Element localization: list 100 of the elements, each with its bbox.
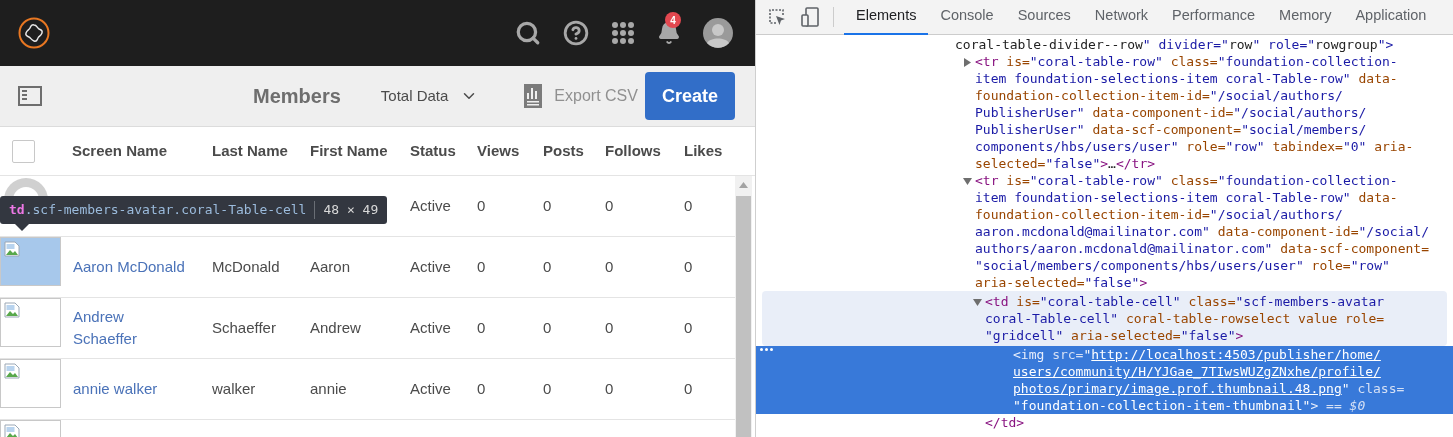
avatar-cell[interactable] — [0, 298, 61, 347]
filter-dropdown[interactable]: Total Data — [380, 84, 479, 108]
table-cell: 0 — [684, 257, 693, 275]
column-header[interactable]: First Name — [310, 141, 388, 159]
code-line: "foundation-collection-item-thumbnail"> == $0 — [1013, 397, 1366, 414]
column-header[interactable]: Posts — [543, 141, 584, 159]
table-cell: annie — [310, 379, 347, 397]
broken-image-icon — [4, 241, 20, 257]
devtools-tab[interactable]: Elements — [844, 0, 929, 35]
logo-icon[interactable] — [18, 17, 50, 49]
side-panel-icon[interactable] — [18, 86, 42, 106]
code-line: aria-selected="false"> — [975, 274, 1148, 291]
device-toolbar-icon[interactable] — [801, 7, 819, 27]
expanded-triangle-icon[interactable] — [963, 177, 972, 186]
code-line: aaron.mcdonald@mailinator.com" data-component-id="/social/ — [975, 223, 1429, 240]
member-link[interactable]: Aaron McDonald — [73, 255, 187, 279]
table-cell: 0 — [543, 318, 552, 336]
table-cell: 0 — [543, 379, 552, 397]
table-cell: 0 — [605, 257, 614, 275]
inspect-element-icon[interactable] — [768, 8, 786, 26]
column-header[interactable]: Screen Name — [72, 141, 168, 159]
table-cell: 0 — [477, 257, 486, 275]
code-line: <tr is="coral-table-row" class="foundation-collection- — [975, 53, 1398, 70]
table-cell: walker — [212, 379, 256, 397]
column-header[interactable]: Likes — [684, 141, 723, 159]
table-row[interactable]: Andrew Schaeffer Schaeffer Andrew Active 0 0 0 0 — [0, 298, 735, 359]
avatar-cell[interactable] — [0, 237, 61, 286]
help-icon[interactable] — [563, 20, 589, 46]
code-line: coral-table-divider--row" divider="row" role="rowgroup"> — [955, 36, 1394, 53]
table-cell: 0 — [477, 318, 486, 336]
notification-badge: 4 — [665, 12, 681, 28]
column-header[interactable]: Status — [410, 141, 456, 159]
code-line: PublisherUser" data-scf-component="social/members/ — [975, 121, 1367, 138]
table-cell: 0 — [684, 379, 693, 397]
apps-grid-icon[interactable] — [611, 21, 635, 45]
table-cell: 0 — [605, 196, 614, 214]
code-line: <td is="coral-table-cell" class="scf-members-avatar — [985, 293, 1385, 310]
table-cell: 0 — [477, 196, 486, 214]
code-line: item foundation-selections-item coral-Table-row" data- — [975, 70, 1398, 87]
table-cell: Schaeffer — [212, 318, 276, 336]
broken-image-icon — [4, 424, 20, 437]
broken-image-icon — [4, 363, 20, 379]
table-row[interactable]: Aaron McDonald McDonald Aaron Active 0 0 0 0 — [0, 237, 735, 298]
code-line: PublisherUser" data-component-id="/social/authors/ — [975, 104, 1367, 121]
member-link[interactable]: Andrew Schaeffer — [73, 305, 187, 351]
hovered-node[interactable]: <td is="coral-table-cell" class="scf-members-avatar coral-Table-cell" coral-table-rowselect value role= "gridcell" aria-selected="false"> — [762, 291, 1447, 346]
devtools-tab[interactable]: Performance — [1160, 0, 1268, 35]
code-line: <img src="http://localhost:4503/publisher/home/ — [1013, 346, 1381, 363]
table-cell: 0 — [605, 379, 614, 397]
table-cell: Aaron — [310, 257, 351, 275]
code-line: "gridcell" aria-selected="false"> — [985, 327, 1244, 344]
table-cell: Active — [410, 379, 451, 397]
table-cell: McDonald — [212, 257, 280, 275]
code-line: <tr is="coral-table-row" class="foundation-collection- — [975, 172, 1398, 189]
expanded-triangle-icon[interactable] — [973, 298, 982, 307]
table-cell: Active — [410, 318, 451, 336]
table-cell: 0 — [684, 196, 693, 214]
code-line: users/community/H/YJGae_7TIwsWUZgZNxhe/profile/ — [1013, 363, 1381, 380]
selected-node[interactable]: <img src="http://localhost:4503/publisher/home/ users/community/H/YJGae_7TIwsWUZgZNxhe/profile/ photos/primary/image.prof.thumbnail.48.png" class= "foundation-collection-item-thumbnail"> == $0 — [756, 346, 1453, 414]
create-button[interactable]: Create — [644, 72, 735, 120]
code-line: </td> — [985, 414, 1025, 431]
code-line: coral-Table-cell" coral-table-rowselect value role= — [985, 310, 1385, 327]
devtools-tab[interactable]: Network — [1082, 0, 1161, 35]
table-cell: Active — [410, 257, 451, 275]
member-link[interactable]: annie walker — [73, 377, 187, 401]
code-line: authors/aaron.mcdonald@mailinator.com" data-scf-component= — [975, 240, 1429, 257]
avatar-cell[interactable] — [0, 359, 61, 408]
table-cell: Active — [410, 196, 451, 214]
table-cell: 0 — [477, 379, 486, 397]
collapsed-triangle-icon[interactable] — [963, 58, 972, 67]
code-line: "social/members/components/hbs/users/user" role="row" — [975, 257, 1390, 274]
devtools-tab[interactable]: Sources — [1005, 0, 1083, 35]
devtools-tab[interactable]: Memory — [1267, 0, 1344, 35]
column-header[interactable]: Follows — [605, 141, 661, 159]
tooltip-selector: td.scf-members-avatar.coral-Table-cell — [9, 201, 307, 220]
table-cell: 0 — [543, 257, 552, 275]
tooltip-size: 48 × 49 — [323, 201, 379, 220]
code-line: foundation-collection-item-id="/social/authors/ — [975, 206, 1343, 223]
code-line: photos/primary/image.prof.thumbnail.48.png" class= — [1013, 380, 1405, 397]
table-cell: Andrew — [310, 318, 361, 336]
broken-image-icon — [4, 302, 20, 318]
more-dots-icon[interactable] — [760, 348, 773, 351]
search-icon[interactable] — [515, 20, 541, 46]
page-title: Members — [253, 84, 341, 109]
table-cell: 0 — [684, 318, 693, 336]
column-header[interactable]: Last Name — [212, 141, 288, 159]
scrollbar[interactable] — [735, 176, 752, 437]
code-line: components/hbs/users/user" role="row" tabindex="0" aria- — [975, 138, 1414, 155]
code-line: selected="false">…</tr> — [975, 155, 1156, 172]
report-icon — [524, 84, 543, 108]
user-avatar-icon[interactable] — [703, 18, 733, 48]
table-row[interactable]: annie walker walker annie Active 0 0 0 0 — [0, 359, 735, 420]
code-line: foundation-collection-item-id="/social/authors/ — [975, 87, 1343, 104]
table-cell: 0 — [605, 318, 614, 336]
devtools-tab[interactable]: Application — [1343, 0, 1439, 35]
code-line: item foundation-selections-item coral-Table-row" data- — [975, 189, 1398, 206]
column-header[interactable]: Views — [477, 141, 520, 159]
table-cell: 0 — [543, 196, 552, 214]
select-all-checkbox[interactable] — [12, 139, 35, 163]
devtools-tab[interactable]: Console — [928, 0, 1006, 35]
